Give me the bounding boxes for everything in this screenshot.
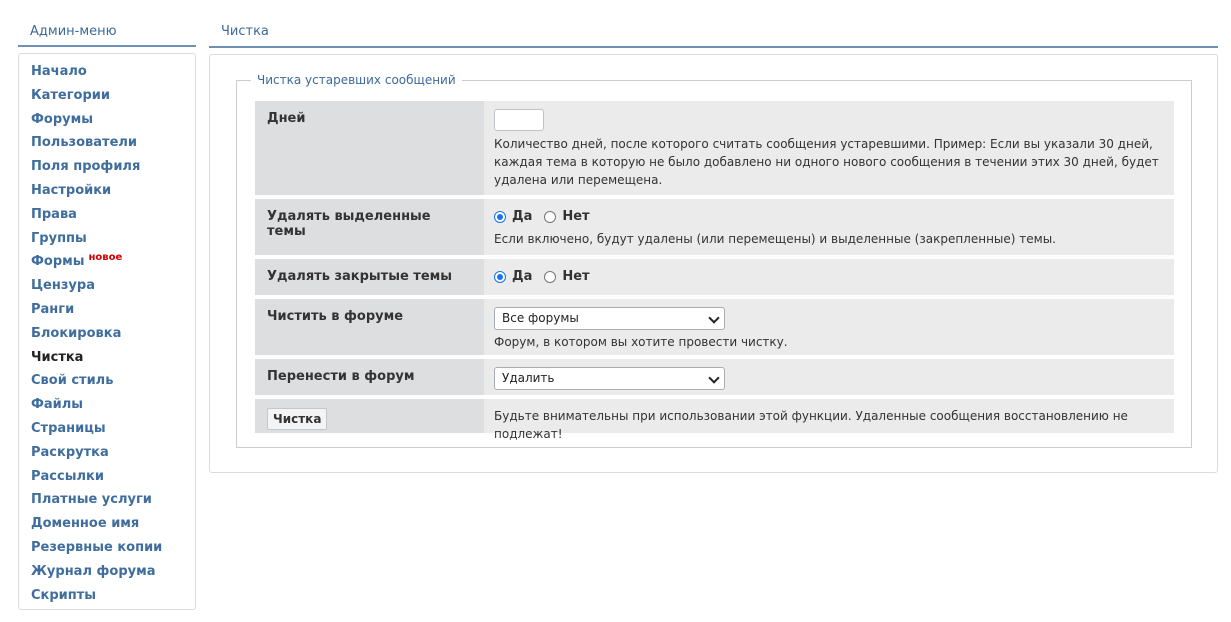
row-move-to: Перенести в форум Удалить: [255, 359, 1174, 395]
submit-warning-cell: Будьте внимательны при использовании это…: [484, 399, 1174, 441]
forum-value-cell: Все форумы Форум, в котором вы хотите пр…: [484, 299, 1174, 355]
chevron-down-icon: [708, 312, 720, 324]
sidebar-item[interactable]: Форумы: [31, 110, 162, 134]
sidebar-item-label: Журнал форума: [31, 563, 156, 579]
prune-button[interactable]: Чистка: [267, 408, 328, 430]
sidebar-menu: Начало Категории Форумы Пользователи Поля пр…: [18, 53, 196, 610]
page-title: Чистка: [221, 24, 269, 39]
forum-select[interactable]: Все форумы: [494, 307, 725, 330]
sidebar-item-label: Скрипты: [31, 587, 97, 603]
sidebar-item[interactable]: Группы: [31, 229, 162, 253]
days-value-cell: Количество дней, после которого считать …: [484, 101, 1174, 195]
sidebar-item-label: Поля профиля: [31, 159, 141, 175]
sidebar-item-label: Формы: [31, 254, 85, 270]
sidebar-item-label: Ранги: [31, 301, 75, 317]
sidebar-item[interactable]: Ранги: [31, 300, 162, 324]
row-delete-closed: Удалять закрытые темы Да Нет: [255, 259, 1174, 295]
sidebar-item[interactable]: Свой стиль: [31, 371, 162, 395]
sidebar-item[interactable]: Цензура: [31, 276, 162, 300]
row-forum: Чистить в форуме Все форумы Форум, в кот…: [255, 299, 1174, 355]
delete-sticky-yes-label[interactable]: Да: [512, 208, 532, 226]
sidebar-item[interactable]: Страницы: [31, 419, 162, 443]
prune-fieldset: Чистка устаревших сообщений Дней Количес…: [236, 73, 1192, 448]
sidebar-item-label: Резервные копии: [31, 539, 163, 555]
delete-closed-value-cell: Да Нет: [484, 259, 1174, 295]
delete-sticky-label: Удалять выделенные темы: [255, 199, 484, 255]
sidebar-item[interactable]: Блокировка: [31, 324, 162, 348]
sidebar-item-label: Чистка: [31, 349, 84, 365]
sidebar-item-label: Страницы: [31, 420, 106, 436]
sidebar-item[interactable]: Чистка: [31, 348, 162, 372]
sidebar-title: Админ-меню: [30, 24, 117, 39]
sidebar-item[interactable]: Платные услуги: [31, 490, 162, 514]
sidebar-item[interactable]: Журнал форума: [31, 562, 162, 586]
forum-help: Форум, в котором вы хотите провести чист…: [494, 335, 788, 349]
sidebar-item[interactable]: Рассылки: [31, 467, 162, 491]
days-label: Дней: [255, 101, 484, 195]
sidebar-item[interactable]: Пользователи: [31, 133, 162, 157]
sidebar-item[interactable]: Настройки: [31, 181, 162, 205]
move-to-value-cell: Удалить: [484, 359, 1174, 395]
prune-warning: Будьте внимательны при использовании это…: [494, 409, 1128, 441]
sidebar-item-label: Доменное имя: [31, 516, 140, 532]
sidebar-item-label: Платные услуги: [31, 492, 152, 508]
fieldset-legend: Чистка устаревших сообщений: [251, 73, 462, 87]
move-to-select-value: Удалить: [502, 371, 555, 385]
sidebar-item-label: Начало: [31, 64, 87, 79]
submit-cell: Чистка: [255, 399, 484, 433]
sidebar-item-label: Категории: [31, 87, 110, 103]
sidebar-item[interactable]: Категории: [31, 86, 162, 110]
sidebar-list: Начало Категории Форумы Пользователи Поля пр…: [31, 62, 162, 609]
page-header: Чистка: [209, 17, 1218, 48]
sidebar-item-label: Цензура: [31, 278, 95, 294]
sidebar-item[interactable]: Файлы: [31, 395, 162, 419]
chevron-down-icon: [708, 372, 720, 384]
sidebar-item[interactable]: Начало: [31, 62, 162, 86]
sidebar-item[interactable]: Резервные копии: [31, 538, 162, 562]
sidebar-item-label: Форумы: [31, 111, 93, 127]
days-help: Количество дней, после которого считать …: [494, 137, 1159, 187]
sidebar-item[interactable]: Формы новое: [31, 252, 162, 276]
delete-closed-yes-label[interactable]: Да: [512, 268, 532, 286]
sidebar-item[interactable]: Скрипты: [31, 586, 162, 610]
sidebar-item-label: Пользователи: [31, 135, 138, 151]
delete-sticky-radio-group: Да Нет: [494, 207, 1164, 227]
sidebar-item[interactable]: Доменное имя: [31, 514, 162, 538]
sidebar-item[interactable]: Раскрутка: [31, 443, 162, 467]
sidebar-header: Админ-меню: [18, 17, 196, 47]
delete-sticky-yes-radio[interactable]: [494, 211, 506, 223]
new-badge: новое: [88, 252, 123, 264]
move-to-select[interactable]: Удалить: [494, 367, 725, 390]
row-days: Дней Количество дней, после которого счи…: [255, 101, 1174, 195]
delete-closed-yes-radio[interactable]: [494, 271, 506, 283]
delete-sticky-value-cell: Да Нет Если включено, будут удалены (или…: [484, 199, 1174, 255]
delete-sticky-no-radio[interactable]: [544, 211, 557, 223]
forum-label: Чистить в форуме: [255, 299, 484, 355]
delete-sticky-help: Если включено, будут удалены (или переме…: [494, 232, 1056, 246]
sidebar-item-label: Настройки: [31, 182, 112, 198]
sidebar-item[interactable]: Права: [31, 205, 162, 229]
sidebar-item-label: Блокировка: [31, 325, 122, 341]
delete-closed-no-label[interactable]: Нет: [562, 268, 589, 286]
sidebar-item[interactable]: Поля профиля: [31, 157, 162, 181]
sidebar-item-label: Файлы: [31, 397, 84, 413]
days-input[interactable]: [494, 109, 544, 131]
move-to-label: Перенести в форум: [255, 359, 484, 395]
row-submit: Чистка Будьте внимательны при использова…: [255, 399, 1174, 441]
delete-closed-radio-group: Да Нет: [494, 267, 1164, 287]
delete-closed-label: Удалять закрытые темы: [255, 259, 484, 295]
sidebar-item-label: Раскрутка: [31, 444, 109, 460]
delete-sticky-no-label[interactable]: Нет: [562, 208, 589, 226]
sidebar-item-label: Рассылки: [31, 468, 104, 484]
row-delete-sticky: Удалять выделенные темы Да Нет Если вклю…: [255, 199, 1174, 255]
forum-select-value: Все форумы: [502, 311, 579, 325]
sidebar-item-label: Свой стиль: [31, 373, 114, 389]
sidebar-item-label: Права: [31, 206, 77, 222]
main-panel: Чистка устаревших сообщений Дней Количес…: [209, 54, 1218, 473]
sidebar-item-label: Группы: [31, 230, 87, 246]
delete-closed-no-radio[interactable]: [544, 271, 557, 283]
